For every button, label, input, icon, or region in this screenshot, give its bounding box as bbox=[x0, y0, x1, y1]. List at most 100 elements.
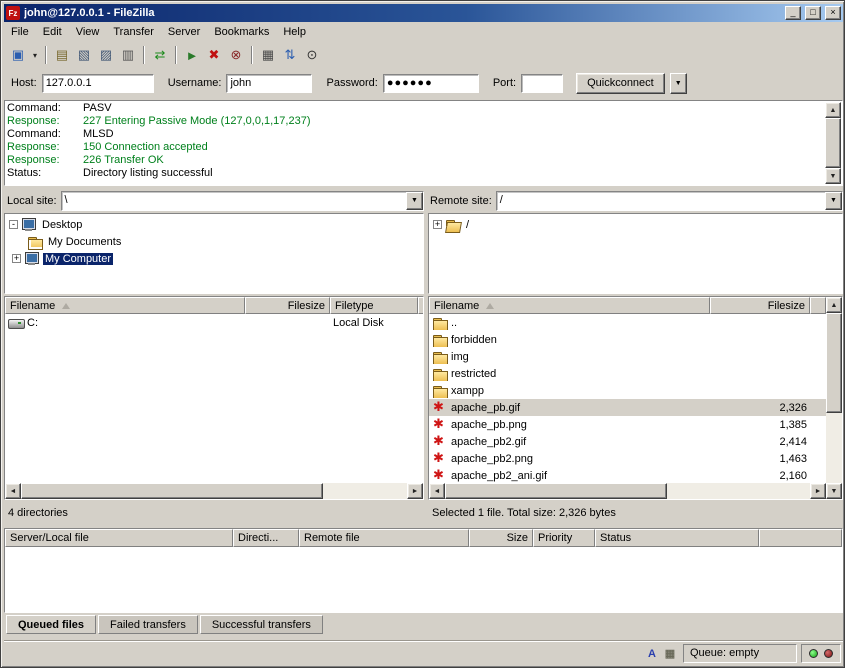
remote-file-list: Filename Filesize .. forbidden bbox=[428, 296, 843, 500]
toggle-queue-icon[interactable]: ▥ bbox=[117, 44, 139, 66]
disconnect-icon[interactable]: ⊗ bbox=[225, 44, 247, 66]
scrollbar-thumb[interactable] bbox=[445, 483, 667, 499]
username-label: Username: bbox=[168, 77, 222, 89]
tab-queued-files[interactable]: Queued files bbox=[6, 615, 96, 634]
remote-list-header: Filename Filesize bbox=[429, 297, 826, 314]
restricted[interactable]: restricted bbox=[429, 365, 826, 382]
log-scrollbar[interactable] bbox=[825, 102, 841, 184]
apache_pb2_ani.gif[interactable]: apache_pb2_ani.gif 2,160 bbox=[429, 467, 826, 483]
sort-asc-icon bbox=[62, 303, 70, 309]
menu-server[interactable]: Server bbox=[161, 23, 207, 41]
column-filesize[interactable]: Filesize bbox=[710, 297, 810, 314]
scroll-up-icon[interactable] bbox=[825, 102, 841, 118]
remote-site-combo[interactable]: / bbox=[496, 191, 843, 211]
apache_pb.png[interactable]: apache_pb.png 1,385 bbox=[429, 416, 826, 433]
chevron-down-icon[interactable] bbox=[406, 192, 423, 210]
tree-item-desktop[interactable]: - Desktop bbox=[6, 216, 422, 233]
column-status[interactable]: Status bbox=[595, 529, 759, 547]
column-last-modified[interactable]: L bbox=[418, 297, 424, 314]
remote-vertical-scrollbar[interactable] bbox=[826, 297, 842, 499]
queue-status: Queue: empty bbox=[683, 644, 797, 663]
apache_pb.gif[interactable]: apache_pb.gif 2,326 bbox=[429, 399, 826, 416]
queue-tabs: Queued filesFailed transfersSuccessful t… bbox=[4, 615, 843, 636]
titlebar[interactable]: Fz john@127.0.0.1 - FileZilla _ □ × bbox=[4, 4, 843, 22]
apache_pb2.png[interactable]: apache_pb2.png 1,463 bbox=[429, 450, 826, 467]
encryption-status-icon[interactable]: ▦ bbox=[661, 645, 679, 663]
remote-horizontal-scrollbar[interactable] bbox=[429, 483, 826, 499]
expand-expander-icon[interactable]: + bbox=[12, 254, 21, 263]
maximize-button[interactable]: □ bbox=[805, 6, 821, 20]
synchronized-browsing-icon[interactable]: ⇅ bbox=[279, 44, 301, 66]
host-label: Host: bbox=[11, 77, 37, 89]
toggle-local-tree-icon[interactable]: ▧ bbox=[73, 44, 95, 66]
close-button[interactable]: × bbox=[825, 6, 841, 20]
menu-bookmarks[interactable]: Bookmarks bbox=[207, 23, 276, 41]
column-direction[interactable]: Directi... bbox=[233, 529, 299, 547]
scroll-left-icon[interactable] bbox=[5, 483, 21, 499]
transfer-type-icon[interactable]: A bbox=[643, 645, 661, 663]
password-label: Password: bbox=[326, 77, 377, 89]
tab-failed-transfers[interactable]: Failed transfers bbox=[98, 615, 198, 634]
queue-header: Server/Local file Directi... Remote file… bbox=[5, 529, 842, 547]
apache_pb2.gif[interactable]: apache_pb2.gif 2,414 bbox=[429, 433, 826, 450]
column-server-local-file[interactable]: Server/Local file bbox=[5, 529, 233, 547]
refresh-icon[interactable]: ⇄ bbox=[149, 44, 171, 66]
directory-comparison-icon[interactable]: ▦ bbox=[257, 44, 279, 66]
scrollbar-thumb[interactable] bbox=[826, 313, 842, 413]
quickconnect-dropdown-icon[interactable] bbox=[670, 73, 687, 94]
host-input[interactable] bbox=[42, 74, 154, 93]
column-filetype[interactable]: Filetype bbox=[330, 297, 418, 314]
column-remote-file[interactable]: Remote file bbox=[299, 529, 469, 547]
column-size[interactable]: Size bbox=[469, 529, 533, 547]
scrollbar-thumb[interactable] bbox=[21, 483, 323, 499]
password-input[interactable] bbox=[383, 74, 479, 93]
column-filename[interactable]: Filename bbox=[429, 297, 710, 314]
forbidden[interactable]: forbidden bbox=[429, 331, 826, 348]
xampp[interactable]: xampp bbox=[429, 382, 826, 399]
local-site-combo[interactable]: \ bbox=[61, 191, 424, 211]
menu-view[interactable]: View bbox=[69, 23, 107, 41]
expand-expander-icon[interactable]: + bbox=[433, 220, 442, 229]
C:[interactable]: C: Local Disk bbox=[5, 314, 423, 331]
desktop-icon bbox=[21, 218, 37, 232]
scroll-down-icon[interactable] bbox=[826, 483, 842, 499]
menu-edit[interactable]: Edit bbox=[36, 23, 69, 41]
scroll-right-icon[interactable] bbox=[810, 483, 826, 499]
find-files-icon[interactable]: ⊙ bbox=[301, 44, 323, 66]
menu-file[interactable]: File bbox=[4, 23, 36, 41]
toggle-message-log-icon[interactable]: ▤ bbox=[51, 44, 73, 66]
scrollbar-thumb[interactable] bbox=[825, 118, 841, 168]
tree-item-my-documents[interactable]: My Documents bbox=[6, 233, 422, 250]
menu-help[interactable]: Help bbox=[276, 23, 313, 41]
scroll-down-icon[interactable] bbox=[825, 168, 841, 184]
log-line: Response:150 Connection accepted bbox=[7, 141, 824, 154]
username-input[interactable] bbox=[226, 74, 312, 93]
chevron-down-icon[interactable] bbox=[825, 192, 842, 210]
column-filesize[interactable]: Filesize bbox=[245, 297, 330, 314]
remote-site-value[interactable]: / bbox=[497, 192, 825, 210]
site-manager-dropdown-icon[interactable]: ▾ bbox=[29, 44, 41, 66]
tab-successful-transfers[interactable]: Successful transfers bbox=[200, 615, 323, 634]
scroll-right-icon[interactable] bbox=[407, 483, 423, 499]
port-input[interactable] bbox=[521, 74, 563, 93]
local-horizontal-scrollbar[interactable] bbox=[5, 483, 423, 499]
tree-item-root[interactable]: + / bbox=[430, 216, 841, 233]
tree-item-my-computer[interactable]: + My Computer bbox=[6, 250, 422, 267]
local-list-header: Filename Filesize Filetype L bbox=[5, 297, 423, 314]
local-site-value[interactable]: \ bbox=[62, 192, 406, 210]
quickconnect-button[interactable]: Quickconnect bbox=[576, 73, 665, 94]
site-manager-icon[interactable]: ▣ bbox=[7, 44, 29, 66]
minimize-button[interactable]: _ bbox=[785, 6, 801, 20]
img[interactable]: img bbox=[429, 348, 826, 365]
process-queue-icon[interactable]: ► bbox=[181, 44, 203, 66]
menu-transfer[interactable]: Transfer bbox=[106, 23, 161, 41]
scroll-up-icon[interactable] bbox=[826, 297, 842, 313]
collapse-expander-icon[interactable]: - bbox=[9, 220, 18, 229]
column-filename[interactable]: Filename bbox=[5, 297, 245, 314]
toggle-remote-tree-icon[interactable]: ▨ bbox=[95, 44, 117, 66]
window-title: john@127.0.0.1 - FileZilla bbox=[24, 7, 781, 19]
column-priority[interactable]: Priority bbox=[533, 529, 595, 547]
cancel-icon[interactable]: ✖ bbox=[203, 44, 225, 66]
scroll-left-icon[interactable] bbox=[429, 483, 445, 499]
..[interactable]: .. bbox=[429, 314, 826, 331]
